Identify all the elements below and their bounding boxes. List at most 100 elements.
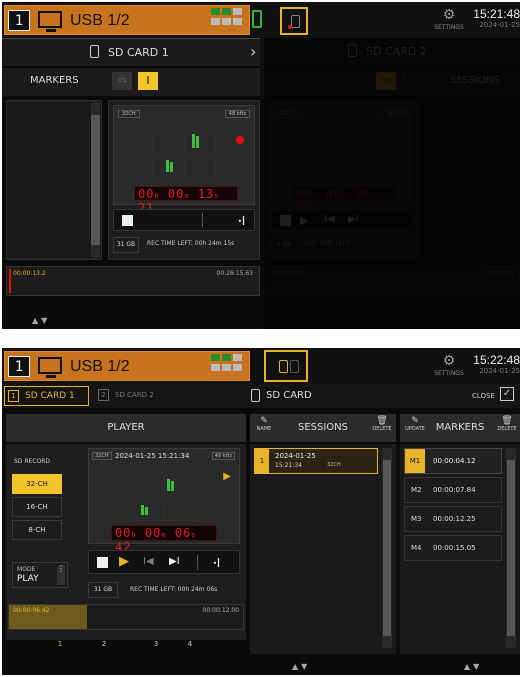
markers-title: MARKERS: [435, 422, 485, 433]
stop-icon[interactable]: [280, 215, 291, 226]
playhead[interactable]: [9, 269, 11, 293]
time-minutes: 00: [167, 187, 185, 201]
update-marker-button[interactable]: ✎ UPDATE: [404, 416, 426, 440]
stop-icon[interactable]: [122, 215, 133, 226]
seconds-unit: s: [214, 192, 220, 200]
timeline[interactable]: 00:00:06.42 00:00:12.00: [8, 604, 244, 630]
level-meter: [166, 160, 169, 172]
settings-button[interactable]: ⚙ SETTINGS: [434, 352, 464, 382]
mode-button[interactable]: MODE PLAY ⋮: [12, 562, 68, 588]
timeline-end: 00:00:00: [486, 270, 513, 277]
markers-scroll-arrows[interactable]: ▲▼: [464, 662, 482, 671]
level-meter: [170, 162, 173, 172]
player-display: 32CH 48 kHz 00h 00m 13s 21: [113, 105, 255, 215]
sd-card-1-header[interactable]: SD CARD 1: [2, 38, 260, 66]
play-state-icon: ▶: [223, 471, 231, 482]
name-label: NAME: [256, 426, 272, 432]
delete-marker-button[interactable]: 🗑 DELETE: [496, 416, 518, 440]
marker-pin-4[interactable]: 4: [182, 640, 198, 648]
scrollbar[interactable]: [382, 448, 392, 648]
previous-marker-icon[interactable]: I◀: [324, 214, 335, 225]
marker-pin-3[interactable]: 3: [148, 640, 164, 648]
routing-grid-icon[interactable]: [209, 6, 245, 34]
player-display: 32CH 2024-01-25 15:21:34 48 kHz ▶ 00h 00…: [88, 448, 240, 554]
add-marker-icon[interactable]: ꞏI: [213, 554, 220, 571]
tab-label: SD CARD 2: [115, 391, 154, 399]
sessions-scroll-arrows[interactable]: ▲▼: [292, 662, 310, 671]
record-16ch-button[interactable]: 16-CH: [12, 497, 62, 517]
sessions-row: ▭ I SESSIONS: [260, 68, 520, 96]
play-icon[interactable]: ▶: [119, 554, 129, 569]
clock-time: 15:21:48: [473, 7, 520, 21]
marker-item[interactable]: M2 00:00:07.84: [404, 477, 502, 503]
marker-item[interactable]: M3 00:00:12.25: [404, 506, 502, 532]
routing-grid-icon[interactable]: [209, 352, 245, 380]
record-dot-icon: [288, 25, 292, 29]
folder-icon[interactable]: ▭: [376, 72, 396, 90]
folder-icon[interactable]: ▭: [112, 72, 132, 90]
record-8ch-button[interactable]: 8-CH: [12, 520, 62, 540]
previous-marker-icon[interactable]: I◀: [143, 556, 154, 567]
timeline[interactable]: 00:00:13.2 00:26:15.63: [6, 266, 260, 296]
sd-card-icon: [251, 389, 260, 402]
pencil-icon: ✎: [411, 416, 419, 426]
marker-pin-2[interactable]: 2: [96, 640, 112, 648]
transport-bar: ▶ I◀ ▶I: [271, 209, 413, 231]
close-check-icon[interactable]: ✓: [500, 387, 514, 401]
timeline-start: 00:00:06.42: [13, 607, 50, 614]
next-marker-icon[interactable]: ▶I: [348, 214, 359, 225]
timeline-sd2: 00:00:00 00:00:00: [266, 266, 520, 296]
time-counter: 00h 00m 06s 42: [111, 525, 217, 554]
settings-button[interactable]: ⚙ SETTINGS: [434, 6, 464, 36]
sd-card-tabs: 1 SD CARD 1 2 SD CARD 2 SD CARD CLOSE ✓: [2, 384, 520, 408]
scroll-arrows[interactable]: ▲▼: [32, 316, 50, 325]
scrollbar[interactable]: [91, 103, 100, 257]
sd-card-icon: [90, 45, 99, 58]
marker-item[interactable]: M1 00:00:04.12: [404, 448, 502, 474]
sd-card-record-icon[interactable]: [280, 7, 308, 35]
gear-icon: ⚙: [442, 7, 456, 23]
markers-list[interactable]: M1 00:00:04.12 M2 00:00:07.84 M3 00:00:1…: [400, 444, 520, 654]
more-options-icon[interactable]: ⋮: [57, 565, 65, 585]
insert-marker-button[interactable]: I: [138, 72, 158, 90]
scrollbar-thumb[interactable]: [383, 460, 391, 636]
minutes-unit: m: [184, 192, 190, 200]
scrollbar[interactable]: [506, 448, 516, 648]
level-meter: [196, 136, 199, 148]
tab-sd-card-2[interactable]: 2 SD CARD 2: [95, 386, 180, 406]
time-seconds: 13: [197, 187, 215, 201]
rec-time-left-label: REC TIME LEFT:: [147, 240, 193, 247]
stop-icon[interactable]: [97, 557, 108, 568]
add-marker-icon[interactable]: ꞏI: [238, 212, 245, 229]
sessions-list[interactable]: 1 2024-01-25 15:21:34 32CH: [250, 444, 396, 654]
record-32ch-button[interactable]: 32-CH: [12, 474, 62, 494]
marker-item[interactable]: M4 00:00:15.05: [404, 535, 502, 561]
time-seconds: 06: [174, 526, 192, 540]
tab-number: 2: [98, 389, 109, 401]
hours-unit: h: [312, 192, 318, 200]
rename-session-button[interactable]: ✎ NAME: [254, 416, 274, 440]
sd-card-record-icon[interactable]: [264, 350, 308, 382]
trash-icon: 🗑: [376, 416, 388, 426]
marker-pin-1[interactable]: 1: [52, 640, 68, 648]
level-meter: [192, 134, 195, 148]
scene-name: USB 1/2: [70, 358, 130, 375]
delete-session-button[interactable]: 🗑 DELETE: [370, 416, 394, 440]
usb-plug-icon[interactable]: [252, 10, 262, 28]
capacity-badge: 31 GB: [88, 582, 118, 598]
level-meter: [167, 479, 170, 491]
trash-icon: 🗑: [501, 416, 513, 426]
play-icon[interactable]: ▶: [300, 214, 308, 227]
settings-label: SETTINGS: [434, 24, 464, 31]
level-meter: [145, 507, 148, 515]
timeline-start: 00:00:13.2: [13, 270, 46, 277]
markers-list[interactable]: [6, 100, 102, 260]
next-marker-icon[interactable]: ▶I: [169, 556, 180, 567]
tab-sd-card-1[interactable]: 1 SD CARD 1: [4, 386, 89, 406]
marker-id: M4: [411, 544, 422, 552]
session-item[interactable]: 1 2024-01-25 15:21:34 32CH: [254, 448, 378, 474]
sd-card-2-header[interactable]: SD CARD 2: [260, 38, 520, 66]
scrollbar-thumb[interactable]: [91, 115, 100, 245]
sd-card-2-label: SD CARD 2: [366, 45, 427, 58]
scrollbar-thumb[interactable]: [507, 460, 515, 636]
